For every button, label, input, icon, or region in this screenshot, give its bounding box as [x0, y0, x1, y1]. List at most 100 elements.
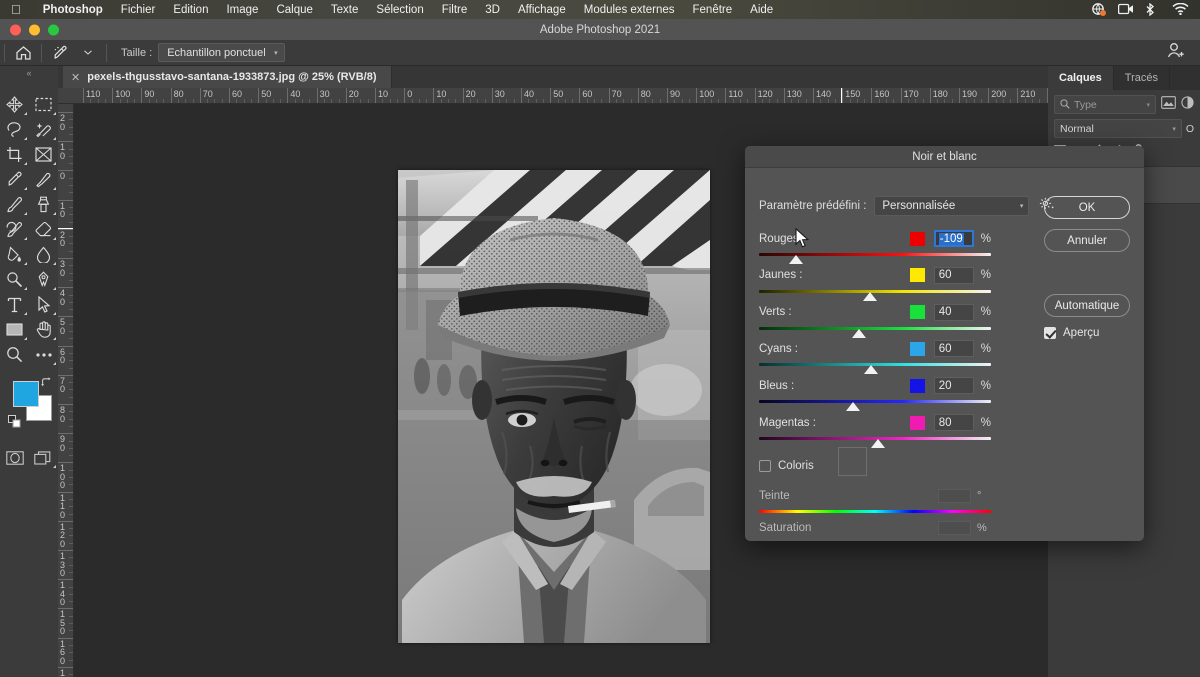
- menu-item-image[interactable]: Image: [217, 4, 267, 16]
- bluetooth-icon[interactable]: [1145, 2, 1161, 17]
- channel-label: Verts :: [759, 306, 792, 319]
- channel-slider-track[interactable]: [759, 400, 991, 412]
- menu-item-affichage[interactable]: Affichage: [509, 4, 575, 16]
- ok-button[interactable]: OK: [1044, 196, 1130, 219]
- tint-input[interactable]: [938, 489, 971, 503]
- channel-value-input[interactable]: -109: [933, 230, 974, 247]
- channel-value-input[interactable]: 20: [933, 377, 974, 395]
- ruler-label: 50: [60, 317, 66, 336]
- quick-select-tool-icon[interactable]: [29, 117, 58, 142]
- quick-mask-icon[interactable]: [0, 445, 29, 470]
- coloris-checkbox[interactable]: [759, 460, 771, 472]
- tint-track[interactable]: [759, 510, 991, 513]
- preset-select[interactable]: Personnalisée ▾: [874, 196, 1030, 216]
- eyedropper-tool-icon[interactable]: [46, 42, 74, 64]
- channel-slider-track[interactable]: [759, 253, 991, 264]
- screen-record-icon[interactable]: [1117, 3, 1134, 16]
- channel-slider-thumb[interactable]: [862, 291, 877, 301]
- dodge-tool-icon[interactable]: [0, 267, 29, 292]
- coloris-color-swatch[interactable]: [837, 447, 867, 476]
- frame-tool-icon[interactable]: [29, 142, 58, 167]
- preview-checkbox[interactable]: [1044, 327, 1056, 339]
- adjustment-filter-icon[interactable]: [1181, 95, 1194, 114]
- tab-traces[interactable]: Tracés: [1114, 66, 1171, 90]
- pen-tool-icon[interactable]: [29, 267, 58, 292]
- channel-value-input[interactable]: 40: [933, 303, 974, 321]
- more-tools-icon[interactable]: [29, 342, 58, 367]
- apple-logo-icon[interactable]: : [11, 3, 21, 16]
- image-filter-icon[interactable]: [1161, 95, 1176, 114]
- foreground-color-swatch[interactable]: [13, 381, 39, 407]
- eyedropper-tool-icon[interactable]: [0, 167, 29, 192]
- menu-item-modules-externes[interactable]: Modules externes: [575, 4, 684, 16]
- channel-slider-track[interactable]: [759, 326, 991, 338]
- channel-slider-thumb[interactable]: [845, 402, 860, 412]
- menu-item-calque[interactable]: Calque: [267, 4, 321, 16]
- preset-row: Paramètre prédéfini : Personnalisée ▾: [759, 196, 1054, 216]
- share-user-icon[interactable]: [1166, 41, 1186, 64]
- type-tool-icon[interactable]: [0, 292, 29, 317]
- channel-slider-row: Magentas : 80%: [759, 414, 991, 448]
- sample-size-select[interactable]: Echantillon ponctuel ▾: [158, 43, 285, 62]
- channel-slider-thumb[interactable]: [851, 328, 866, 338]
- minimize-button[interactable]: [29, 24, 40, 35]
- channel-slider-track[interactable]: [759, 363, 991, 375]
- cancel-button[interactable]: Annuler: [1044, 229, 1130, 252]
- zoom-tool-icon[interactable]: [0, 342, 29, 367]
- default-colors-icon[interactable]: [8, 415, 21, 433]
- channel-value-input[interactable]: 60: [933, 340, 974, 358]
- hand-tool-icon[interactable]: [29, 317, 58, 342]
- menu-item-3d[interactable]: 3D: [476, 4, 509, 16]
- menu-item-photoshop[interactable]: Photoshop: [34, 4, 112, 16]
- shape-tool-icon[interactable]: [0, 317, 29, 342]
- menu-item-fenetre[interactable]: Fenêtre: [684, 4, 742, 16]
- document-image[interactable]: [398, 170, 710, 643]
- wifi-icon[interactable]: [1172, 2, 1189, 16]
- marquee-tool-icon[interactable]: [29, 92, 58, 117]
- channel-slider-thumb[interactable]: [788, 255, 803, 264]
- eraser-tool-icon[interactable]: [29, 217, 58, 242]
- channel-value-input[interactable]: 80: [933, 414, 974, 431]
- history-brush-tool-icon[interactable]: [0, 217, 29, 242]
- blur-tool-icon[interactable]: [29, 242, 58, 267]
- sample-size-value: Echantillon ponctuel: [167, 46, 266, 59]
- screen-mode-icon[interactable]: [29, 445, 58, 470]
- channel-slider-track[interactable]: [759, 289, 991, 301]
- move-tool-icon[interactable]: [0, 92, 29, 117]
- clone-stamp-tool-icon[interactable]: [29, 192, 58, 217]
- gradient-tool-icon[interactable]: [0, 242, 29, 267]
- menu-item-selection[interactable]: Sélection: [367, 4, 432, 16]
- swap-colors-icon[interactable]: [41, 377, 52, 391]
- menu-item-fichier[interactable]: Fichier: [112, 4, 165, 16]
- close-button[interactable]: [10, 24, 21, 35]
- menu-item-aide[interactable]: Aide: [741, 4, 782, 16]
- window-title: Adobe Photoshop 2021: [539, 23, 661, 36]
- close-icon[interactable]: ✕: [71, 71, 80, 84]
- lasso-tool-icon[interactable]: [0, 117, 29, 142]
- menu-item-filtre[interactable]: Filtre: [433, 4, 477, 16]
- menu-item-texte[interactable]: Texte: [322, 4, 368, 16]
- channel-slider-thumb[interactable]: [864, 365, 879, 375]
- dialog-title-bar[interactable]: Noir et blanc: [745, 146, 1144, 168]
- healing-brush-tool-icon[interactable]: [29, 167, 58, 192]
- layer-filter-input[interactable]: Type ▾: [1054, 95, 1156, 114]
- channel-slider-track[interactable]: [759, 437, 991, 448]
- tool-row-1: [0, 92, 58, 117]
- zoom-button[interactable]: [48, 24, 59, 35]
- document-tab[interactable]: ✕ pexels-thgusstavo-santana-1933873.jpg …: [63, 66, 392, 88]
- blend-mode-select[interactable]: Normal ▾: [1054, 119, 1182, 138]
- auto-button[interactable]: Automatique: [1044, 294, 1130, 317]
- menu-item-edition[interactable]: Edition: [164, 4, 217, 16]
- tab-calques[interactable]: Calques: [1048, 66, 1114, 90]
- home-icon[interactable]: [9, 42, 37, 64]
- saturation-input[interactable]: [938, 521, 971, 535]
- path-select-tool-icon[interactable]: [29, 292, 58, 317]
- channel-slider-thumb[interactable]: [871, 439, 886, 448]
- saturation-unit: %: [977, 522, 987, 534]
- panel-collapse-strip[interactable]: «: [0, 66, 58, 88]
- crop-tool-icon[interactable]: [0, 142, 29, 167]
- channel-value-input[interactable]: 60: [933, 266, 974, 284]
- tool-preset-chevron-icon[interactable]: [74, 42, 102, 64]
- screen-share-icon[interactable]: [1091, 3, 1107, 16]
- brush-tool-icon[interactable]: [0, 192, 29, 217]
